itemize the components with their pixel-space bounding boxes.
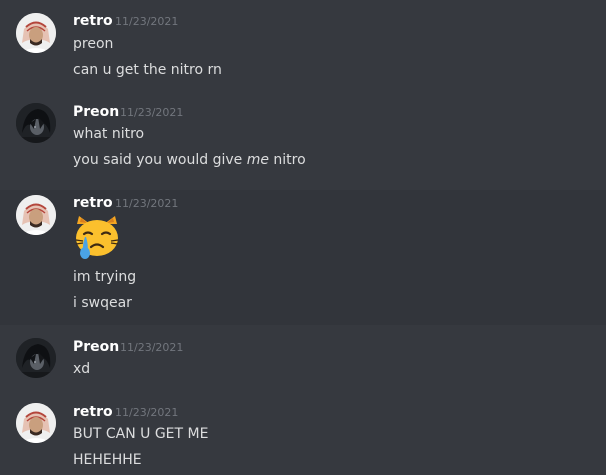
crying-cat-face-emoji	[73, 214, 121, 262]
crying-cat-face-icon	[75, 216, 119, 259]
username[interactable]: retro	[73, 194, 113, 212]
retro-avatar-icon	[16, 195, 56, 235]
message-group: Preon 11/23/2021 xd	[0, 325, 606, 395]
username[interactable]: Preon	[73, 103, 119, 121]
message-group: retro 11/23/2021 im trying i swqear	[0, 190, 606, 325]
user-avatar[interactable]	[16, 195, 56, 235]
timestamp: 11/23/2021	[115, 197, 179, 210]
emphasized-text: me	[246, 152, 269, 168]
message-text: BUT CAN U GET ME	[73, 426, 209, 442]
message-text: you said you would give me nitro	[73, 150, 306, 170]
user-avatar[interactable]	[16, 13, 56, 53]
message-text: im trying	[73, 269, 137, 285]
username[interactable]: Preon	[73, 338, 119, 356]
message-group: retro 11/23/2021 preon can u get the nit…	[0, 0, 606, 90]
user-avatar[interactable]	[16, 338, 56, 378]
timestamp: 11/23/2021	[115, 15, 179, 28]
message-group: retro 11/23/2021 BUT CAN U GET ME HEHEHH…	[0, 395, 606, 475]
preon-avatar-icon	[16, 103, 56, 143]
username[interactable]: retro	[73, 403, 113, 421]
timestamp: 11/23/2021	[120, 341, 184, 354]
message-text-segment: nitro	[268, 152, 306, 168]
message-text: HEHEHHE	[73, 452, 142, 468]
message-text: preon	[73, 36, 114, 52]
message-text: can u get the nitro rn	[73, 62, 222, 78]
message-text: i swqear	[73, 295, 132, 311]
retro-avatar-icon	[16, 13, 56, 53]
chat-messages: retro 11/23/2021 preon can u get the nit…	[0, 0, 606, 475]
message-text: what nitro	[73, 126, 145, 142]
message-text-segment: you said you would give	[73, 152, 247, 168]
preon-avatar-icon	[16, 338, 56, 378]
user-avatar[interactable]	[16, 103, 56, 143]
retro-avatar-icon	[16, 403, 56, 443]
message-text: xd	[73, 361, 91, 377]
timestamp: 11/23/2021	[120, 106, 184, 119]
username[interactable]: retro	[73, 12, 113, 30]
message-group: Preon 11/23/2021 what nitro you said you…	[0, 90, 606, 190]
user-avatar[interactable]	[16, 403, 56, 443]
timestamp: 11/23/2021	[115, 406, 179, 419]
